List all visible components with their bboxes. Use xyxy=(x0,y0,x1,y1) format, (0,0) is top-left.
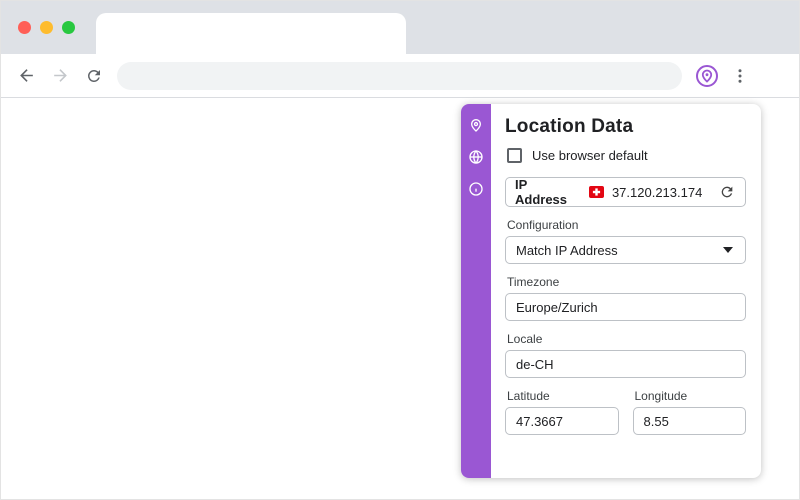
vertical-dots-icon xyxy=(738,68,742,83)
configuration-group: Configuration Match IP Address xyxy=(505,218,746,264)
extension-icon[interactable] xyxy=(692,61,722,91)
latitude-input[interactable]: 47.3667 xyxy=(505,407,619,435)
timezone-group: Timezone Europe/Zurich xyxy=(505,275,746,321)
latitude-value: 47.3667 xyxy=(516,413,563,429)
maximize-window-button[interactable] xyxy=(62,21,75,34)
ip-address-label: IP Address xyxy=(515,177,568,207)
panel-title: Location Data xyxy=(505,116,634,137)
locale-label: Locale xyxy=(507,332,543,346)
use-browser-default-label: Use browser default xyxy=(532,148,648,163)
browser-tab[interactable] xyxy=(96,13,406,54)
navigation-toolbar xyxy=(1,54,799,98)
locale-value: de-CH xyxy=(516,356,554,372)
location-data-popup: Location Data Use browser default IP Add… xyxy=(461,104,761,478)
location-pin-icon[interactable] xyxy=(468,116,485,133)
latitude-group: Latitude 47.3667 xyxy=(505,378,619,435)
timezone-label: Timezone xyxy=(507,275,560,289)
ip-address-value: 37.120.213.174 xyxy=(611,184,703,200)
arrow-left-icon xyxy=(19,69,33,82)
lat-long-row: Latitude 47.3667 Longitude 8.55 xyxy=(505,378,746,435)
configuration-select[interactable]: Match IP Address xyxy=(505,236,746,264)
longitude-value: 8.55 xyxy=(643,413,669,429)
configuration-label: Configuration xyxy=(507,218,579,232)
swiss-flag-icon xyxy=(588,186,604,198)
browser-window: Location Data Use browser default IP Add… xyxy=(0,0,800,500)
traffic-lights xyxy=(18,21,75,34)
latitude-label: Latitude xyxy=(507,389,550,403)
chevron-down-icon xyxy=(723,247,733,253)
reload-button[interactable] xyxy=(77,59,111,93)
globe-icon[interactable] xyxy=(468,148,485,165)
refresh-ip-icon[interactable] xyxy=(718,183,736,201)
popup-sidebar xyxy=(461,104,491,478)
close-window-button[interactable] xyxy=(18,21,31,34)
popup-content: Location Data Use browser default IP Add… xyxy=(491,104,761,478)
ip-address-box: IP Address 37.120.213.174 xyxy=(505,177,746,207)
longitude-input[interactable]: 8.55 xyxy=(632,407,746,435)
arrow-right-icon xyxy=(53,69,67,82)
timezone-value: Europe/Zurich xyxy=(516,299,598,315)
menu-icon[interactable] xyxy=(726,62,754,90)
location-extension-logo-icon xyxy=(696,64,718,87)
window-chrome xyxy=(1,1,799,54)
locale-group: Locale de-CH xyxy=(505,332,746,378)
page-content: Location Data Use browser default IP Add… xyxy=(1,99,799,499)
timezone-input[interactable]: Europe/Zurich xyxy=(505,293,746,321)
longitude-group: Longitude 8.55 xyxy=(632,378,746,435)
locale-input[interactable]: de-CH xyxy=(505,350,746,378)
info-icon[interactable] xyxy=(468,180,485,197)
back-button[interactable] xyxy=(9,59,43,93)
configuration-value: Match IP Address xyxy=(516,242,618,258)
reload-icon xyxy=(87,69,100,82)
minimize-window-button[interactable] xyxy=(40,21,53,34)
address-bar[interactable] xyxy=(117,61,682,90)
use-browser-default-checkbox[interactable] xyxy=(507,148,522,163)
longitude-label: Longitude xyxy=(634,389,688,403)
forward-button[interactable] xyxy=(43,59,77,93)
use-browser-default-row[interactable]: Use browser default xyxy=(507,148,746,163)
